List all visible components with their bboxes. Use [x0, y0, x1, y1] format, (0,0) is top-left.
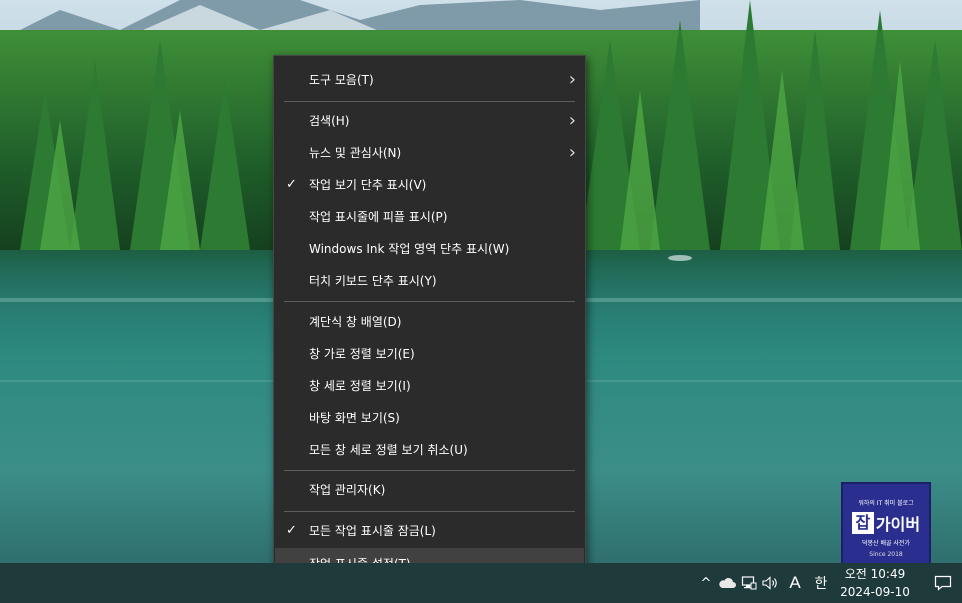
menu-item-undo-side-by-side[interactable]: 모든 창 세로 정렬 보기 취소(U): [275, 434, 584, 466]
menu-item-label: Windows Ink 작업 영역 단추 표시(W): [309, 242, 510, 256]
menu-item-label: 바탕 화면 보기(S): [309, 411, 400, 425]
menu-item-label: 검색(H): [309, 114, 350, 128]
menu-item-label: 작업 보기 단추 표시(V): [309, 178, 427, 192]
volume-icon[interactable]: [760, 563, 782, 603]
menu-item-cascade-windows[interactable]: 계단식 창 배열(D): [275, 306, 584, 338]
menu-item-label: 모든 작업 표시줄 잠금(L): [309, 524, 436, 538]
watermark-logo-text: 가이버: [875, 515, 921, 534]
menu-item-task-view-button[interactable]: ✓ 작업 보기 단추 표시(V): [275, 169, 584, 201]
watermark-tagline: 워하의 IT 취미 블로그: [858, 500, 914, 507]
taskbar-clock[interactable]: 오전 10:49 2024-09-10: [838, 563, 912, 603]
onedrive-cloud-icon[interactable]: [716, 563, 738, 603]
network-icon[interactable]: [738, 563, 760, 603]
submenu-chevron-icon: ›: [568, 69, 576, 90]
watermark-logo: 워하의 IT 취미 블로그 잡 가이버 덕봉산 배골 사전가 Since 201…: [841, 482, 931, 570]
menu-separator: [284, 101, 575, 102]
system-tray: ^ A 한 오전 10:49 2024-09-10: [696, 563, 962, 603]
menu-item-touch-keyboard-button[interactable]: 터치 키보드 단추 표시(Y): [275, 265, 584, 297]
menu-item-lock-taskbar[interactable]: ✓ 모든 작업 표시줄 잠금(L): [275, 515, 584, 547]
menu-item-people-button[interactable]: 작업 표시줄에 피플 표시(P): [275, 201, 584, 233]
menu-item-label: 작업 표시줄에 피플 표시(P): [309, 210, 448, 224]
notification-icon[interactable]: [924, 563, 962, 603]
taskbar[interactable]: ^ A 한 오전 10:49 2024-09-10: [0, 563, 962, 603]
menu-separator: [284, 301, 575, 302]
menu-item-label: 모든 창 세로 정렬 보기 취소(U): [309, 443, 468, 457]
taskbar-context-menu: 도구 모음(T) › 검색(H) › 뉴스 및 관심사(N) › ✓ 작업 보기…: [273, 55, 586, 589]
menu-item-label: 작업 관리자(K): [309, 483, 386, 497]
watermark-logo-box: 잡: [851, 512, 874, 534]
menu-item-label: 터치 키보드 단추 표시(Y): [309, 274, 437, 288]
menu-item-toolbars[interactable]: 도구 모음(T) ›: [275, 64, 584, 96]
submenu-chevron-icon: ›: [568, 110, 576, 131]
menu-item-windows-ink-button[interactable]: Windows Ink 작업 영역 단추 표시(W): [275, 233, 584, 265]
menu-separator: [284, 470, 575, 471]
menu-item-news-and-interests[interactable]: 뉴스 및 관심사(N) ›: [275, 137, 584, 169]
menu-item-search[interactable]: 검색(H) ›: [275, 105, 584, 137]
checkmark-icon: ✓: [286, 177, 297, 192]
menu-item-label: 계단식 창 배열(D): [309, 315, 402, 329]
menu-separator: [284, 511, 575, 512]
menu-item-show-stacked[interactable]: 창 가로 정렬 보기(E): [275, 338, 584, 370]
watermark-subtitle: 덕봉산 배골 사전가: [862, 540, 910, 547]
menu-item-label: 창 가로 정렬 보기(E): [309, 347, 415, 361]
clock-date: 2024-09-10: [840, 585, 910, 599]
ime-mode-indicator[interactable]: A: [782, 563, 808, 603]
watermark-since: Since 2018: [869, 551, 903, 558]
menu-item-show-desktop[interactable]: 바탕 화면 보기(S): [275, 402, 584, 434]
ime-language-indicator[interactable]: 한: [808, 563, 834, 603]
menu-item-show-side-by-side[interactable]: 창 세로 정렬 보기(I): [275, 370, 584, 402]
menu-item-label: 창 세로 정렬 보기(I): [309, 379, 411, 393]
menu-item-task-manager[interactable]: 작업 관리자(K): [275, 474, 584, 506]
menu-item-label: 뉴스 및 관심사(N): [309, 146, 402, 160]
submenu-chevron-icon: ›: [568, 142, 576, 163]
clock-time: 오전 10:49: [844, 567, 906, 581]
watermark-logo-mark: 잡 가이버: [843, 511, 929, 535]
show-hidden-icons-chevron[interactable]: ^: [696, 563, 716, 603]
menu-item-label: 도구 모음(T): [309, 73, 374, 87]
checkmark-icon: ✓: [286, 523, 297, 538]
